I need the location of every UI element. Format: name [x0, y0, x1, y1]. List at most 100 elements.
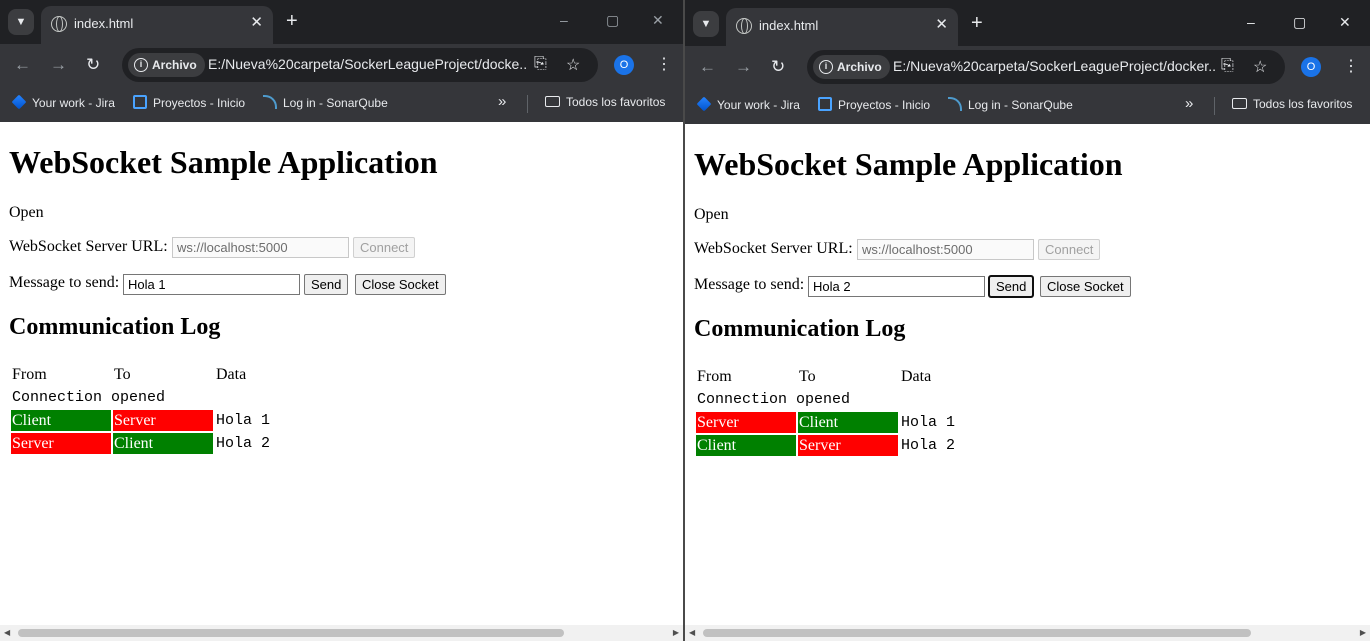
- close-socket-button[interactable]: Close Socket: [1040, 276, 1131, 297]
- bookmark-jira[interactable]: Your work - Jira: [696, 96, 800, 112]
- menu-kebab-icon[interactable]: ⋮: [1343, 56, 1359, 76]
- bookmarks-overflow-icon[interactable]: »: [498, 93, 506, 110]
- translate-icon[interactable]: ⎘: [1221, 57, 1234, 75]
- translate-icon[interactable]: ⎘: [534, 55, 547, 73]
- log-data-cell: Hola 2: [216, 435, 271, 452]
- url-text[interactable]: E:/Nueva%20carpeta/SockerLeagueProject/d…: [208, 56, 526, 72]
- folder-icon: [545, 96, 560, 107]
- back-arrow-icon[interactable]: ←: [699, 57, 716, 77]
- server-url-input[interactable]: [857, 239, 1034, 260]
- log-header-from: From: [697, 367, 732, 385]
- connection-status: Open: [9, 204, 44, 221]
- scrollbar-thumb[interactable]: [18, 629, 564, 637]
- connect-button[interactable]: Connect: [1038, 239, 1101, 260]
- horizontal-scrollbar[interactable]: ◀ ▶: [685, 625, 1370, 641]
- tab-search-button[interactable]: ▼: [693, 11, 719, 37]
- log-connection-opened: Connection opened: [697, 391, 851, 408]
- tab-search-button[interactable]: ▼: [8, 9, 34, 35]
- scroll-left-arrow-icon[interactable]: ◀: [689, 628, 695, 637]
- log-to-cell: Client: [113, 433, 213, 454]
- url-text[interactable]: E:/Nueva%20carpeta/SockerLeagueProject/d…: [893, 58, 1215, 74]
- site-info-chip[interactable]: i Archivo: [128, 53, 205, 77]
- azure-devops-icon: [133, 95, 147, 109]
- tab-close-button[interactable]: ✕: [250, 13, 263, 31]
- message-input[interactable]: [123, 274, 300, 295]
- bookmark-all-favorites[interactable]: Todos los favoritos: [545, 95, 665, 109]
- log-connection-opened: Connection opened: [12, 389, 166, 406]
- scrollbar-thumb[interactable]: [703, 629, 1251, 637]
- scroll-right-arrow-icon[interactable]: ▶: [1360, 628, 1366, 637]
- minimize-button[interactable]: –: [1247, 14, 1255, 30]
- horizontal-scrollbar[interactable]: ◀ ▶: [0, 625, 683, 641]
- page-content: WebSocket Sample Application Open WebSoc…: [685, 124, 1370, 641]
- new-tab-button[interactable]: +: [286, 10, 298, 33]
- bookmark-sonarqube[interactable]: Log in - SonarQube: [948, 97, 1073, 112]
- message-input[interactable]: [808, 276, 985, 297]
- communication-log-table: From To Data Connection opened Client Se…: [9, 362, 317, 456]
- profile-avatar[interactable]: O: [614, 55, 634, 75]
- new-tab-button[interactable]: +: [971, 12, 983, 35]
- bookmark-all-favorites[interactable]: Todos los favoritos: [1232, 97, 1352, 111]
- profile-avatar[interactable]: O: [1301, 57, 1321, 77]
- tab-strip: ▼ index.html ✕ + – ▢ ✕: [685, 0, 1370, 46]
- browser-window-right: ▼ index.html ✕ + – ▢ ✕ ← → ↻ i Archivo E…: [685, 0, 1370, 641]
- menu-kebab-icon[interactable]: ⋮: [656, 54, 672, 74]
- maximize-button[interactable]: ▢: [606, 12, 619, 29]
- tab-index-html[interactable]: index.html ✕: [726, 8, 958, 46]
- folder-icon: [1232, 98, 1247, 109]
- site-info-chip[interactable]: i Archivo: [813, 55, 890, 79]
- sonarqube-icon: [948, 97, 962, 111]
- browser-window-left: ▼ index.html ✕ + – ▢ ✕ ← → ↻ i Archivo E…: [0, 0, 683, 641]
- forward-arrow-icon[interactable]: →: [735, 57, 752, 77]
- close-window-button[interactable]: ✕: [652, 12, 664, 29]
- send-button[interactable]: Send: [987, 275, 1035, 298]
- bookmark-sonarqube[interactable]: Log in - SonarQube: [263, 95, 388, 110]
- log-header-data: Data: [216, 365, 247, 383]
- page-content: WebSocket Sample Application Open WebSoc…: [0, 122, 683, 641]
- log-to-cell: Client: [798, 412, 898, 433]
- message-label: Message to send:: [694, 276, 805, 293]
- server-url-row: WebSocket Server URL:: [9, 238, 168, 256]
- back-arrow-icon[interactable]: ←: [14, 55, 31, 75]
- close-window-button[interactable]: ✕: [1339, 14, 1351, 31]
- table-row: Server Client Hola 2: [11, 433, 315, 454]
- tab-title: index.html: [759, 18, 819, 33]
- azure-devops-icon: [818, 97, 832, 111]
- log-from-cell: Client: [696, 435, 796, 456]
- communication-log-title: Communication Log: [694, 316, 906, 342]
- bookmarks-overflow-icon[interactable]: »: [1185, 95, 1193, 112]
- server-url-input[interactable]: [172, 237, 349, 258]
- communication-log-title: Communication Log: [9, 314, 221, 340]
- send-button[interactable]: Send: [304, 274, 349, 295]
- connect-button[interactable]: Connect: [353, 237, 416, 258]
- page-title: WebSocket Sample Application: [9, 144, 438, 180]
- minimize-button[interactable]: –: [560, 12, 568, 28]
- toolbar: ← → ↻ i Archivo E:/Nueva%20carpeta/Socke…: [685, 46, 1370, 88]
- jira-icon: [11, 94, 27, 110]
- bookmark-proyectos[interactable]: Proyectos - Inicio: [818, 97, 930, 112]
- reload-icon[interactable]: ↻: [86, 55, 100, 75]
- globe-icon: [736, 18, 752, 34]
- tab-close-button[interactable]: ✕: [935, 15, 948, 33]
- log-from-cell: Client: [11, 410, 111, 431]
- toolbar: ← → ↻ i Archivo E:/Nueva%20carpeta/Socke…: [0, 44, 683, 86]
- bookmark-proyectos[interactable]: Proyectos - Inicio: [133, 95, 245, 110]
- log-data-cell: Hola 1: [216, 412, 271, 429]
- address-bar[interactable]: i Archivo E:/Nueva%20carpeta/SockerLeagu…: [122, 48, 598, 82]
- reload-icon[interactable]: ↻: [771, 57, 785, 77]
- close-socket-button[interactable]: Close Socket: [355, 274, 446, 295]
- scroll-right-arrow-icon[interactable]: ▶: [673, 628, 679, 637]
- star-icon[interactable]: ☆: [1253, 57, 1267, 77]
- maximize-button[interactable]: ▢: [1293, 14, 1306, 31]
- log-connection-row: Connection opened: [11, 387, 315, 408]
- log-header-from: From: [12, 365, 47, 383]
- bookmarks-bar: Your work - Jira Proyectos - Inicio Log …: [685, 88, 1370, 124]
- scroll-left-arrow-icon[interactable]: ◀: [4, 628, 10, 637]
- connection-status: Open: [694, 206, 729, 223]
- tab-index-html[interactable]: index.html ✕: [41, 6, 273, 44]
- forward-arrow-icon[interactable]: →: [50, 55, 67, 75]
- address-bar[interactable]: i Archivo E:/Nueva%20carpeta/SockerLeagu…: [807, 50, 1285, 84]
- bookmark-jira[interactable]: Your work - Jira: [11, 94, 115, 110]
- star-icon[interactable]: ☆: [566, 55, 580, 75]
- globe-icon: [51, 16, 67, 32]
